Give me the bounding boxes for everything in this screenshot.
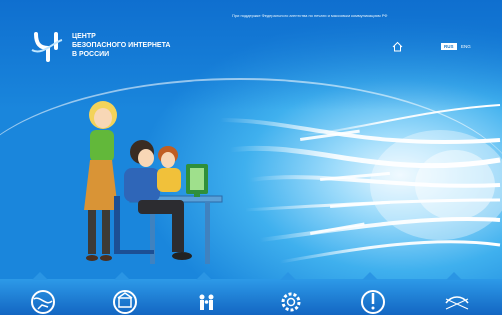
nav-tab-warning[interactable] bbox=[336, 279, 408, 315]
logo-line-2: БЕЗОПАСНОГО ИНТЕРНЕТА bbox=[72, 42, 171, 49]
logo-icon[interactable] bbox=[30, 30, 64, 64]
home-icon[interactable] bbox=[392, 41, 403, 52]
logo-line-3: В РОССИИ bbox=[72, 51, 110, 58]
nav-tab-settings[interactable] bbox=[254, 279, 326, 315]
main-banner: ЦЕНТР БЕЗОПАСНОГО ИНТЕРНЕТА В РОССИИ При… bbox=[0, 0, 502, 315]
language-rus-button[interactable]: RUS bbox=[441, 43, 457, 50]
nav-tab-globe[interactable] bbox=[6, 279, 78, 315]
language-eng-button[interactable]: ENG bbox=[458, 43, 474, 50]
sponsor-tagline: При поддержке Федерального агентства по … bbox=[232, 13, 388, 18]
network-icon bbox=[445, 296, 469, 310]
family-icon bbox=[199, 294, 214, 310]
gear-icon bbox=[281, 292, 301, 312]
globe-icon bbox=[31, 290, 55, 314]
shop-icon bbox=[113, 290, 137, 314]
nav-tab-network[interactable] bbox=[420, 279, 492, 315]
nav-tab-shop[interactable] bbox=[88, 279, 160, 315]
nav-tab-family[interactable] bbox=[170, 279, 242, 315]
warning-icon bbox=[361, 290, 385, 314]
site-logo-text[interactable]: ЦЕНТР БЕЗОПАСНОГО ИНТЕРНЕТА В РОССИИ bbox=[72, 32, 171, 59]
logo-line-1: ЦЕНТР bbox=[72, 33, 96, 40]
